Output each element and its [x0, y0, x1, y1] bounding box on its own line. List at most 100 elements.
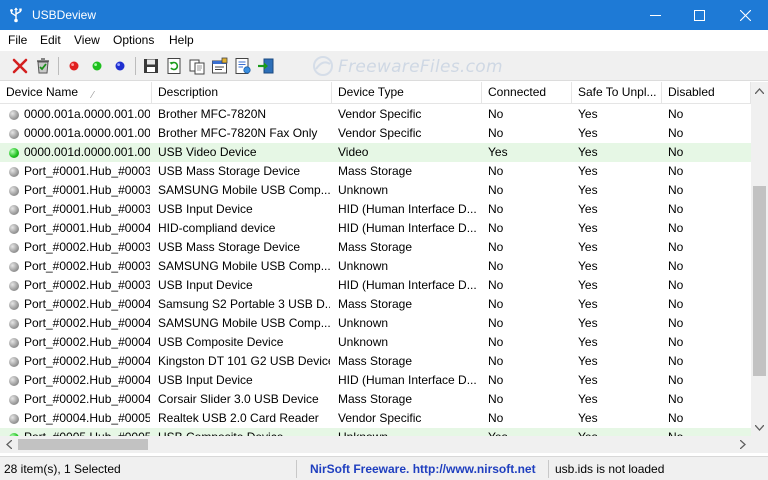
disconnected-status-icon — [9, 281, 19, 291]
cell-connected: No — [488, 354, 504, 368]
column-device-type[interactable]: Device Type — [332, 82, 482, 104]
cell-safe-to-unplug: Yes — [578, 240, 598, 254]
table-row[interactable]: 0000.001a.0000.001.00... Brother MFC-7820… — [0, 105, 751, 124]
cell-description: Corsair Slider 3.0 USB Device — [158, 392, 319, 406]
disconnect-button[interactable] — [10, 56, 30, 76]
cell-connected: No — [488, 278, 504, 292]
properties-button[interactable] — [210, 56, 230, 76]
cell-description: USB Mass Storage Device — [158, 164, 301, 178]
enable-button[interactable] — [87, 56, 107, 76]
cell-connected: No — [488, 221, 504, 235]
cell-device-name: 0000.001a.0000.001.00... — [24, 126, 150, 140]
cell-safe-to-unplug: Yes — [578, 392, 598, 406]
table-row[interactable]: Port_#0002.Hub_#0004 USB Composite Device… — [0, 333, 751, 352]
disconnected-status-icon — [9, 262, 19, 272]
table-row[interactable]: Port_#0002.Hub_#0004 Kingston DT 101 G2 U… — [0, 352, 751, 371]
cell-description: USB Video Device — [158, 145, 257, 159]
exit-button[interactable] — [256, 56, 276, 76]
uninstall-button[interactable] — [33, 56, 53, 76]
column-connected[interactable]: Connected — [482, 82, 572, 104]
menu-view[interactable]: View — [74, 33, 100, 48]
scroll-down-icon[interactable] — [751, 419, 768, 436]
cell-device-name: Port_#0002.Hub_#0003 — [24, 240, 150, 254]
maximize-button[interactable] — [676, 0, 722, 30]
table-row[interactable]: 0000.001d.0000.001.00... USB Video Device… — [0, 143, 751, 162]
table-row[interactable]: Port_#0002.Hub_#0003 USB Mass Storage Dev… — [0, 238, 751, 257]
disconnected-status-icon — [9, 224, 19, 234]
scroll-left-icon[interactable] — [0, 436, 17, 453]
cell-safe-to-unplug: Yes — [578, 259, 598, 273]
cell-device-name: Port_#0002.Hub_#0004 — [24, 373, 150, 387]
menu-edit[interactable]: Edit — [40, 33, 61, 48]
disconnect-icon — [12, 58, 28, 74]
nirsoft-link[interactable]: NirSoft Freeware. http://www.nirsoft.net — [310, 460, 536, 478]
cell-connected: No — [488, 316, 504, 330]
table-row[interactable]: Port_#0001.Hub_#0004 HID-compliand device… — [0, 219, 751, 238]
cell-description: HID-compliand device — [158, 221, 276, 235]
copy-button[interactable] — [187, 56, 207, 76]
menu-help[interactable]: Help — [169, 33, 194, 48]
cell-disabled: No — [668, 392, 684, 406]
html-report-icon — [235, 58, 251, 74]
cell-device-type: Mass Storage — [338, 164, 413, 178]
table-row[interactable]: Port_#0004.Hub_#0005 Realtek USB 2.0 Card… — [0, 409, 751, 428]
cell-description: Brother MFC-7820N — [158, 107, 267, 121]
cell-disabled: No — [668, 259, 684, 273]
table-row[interactable]: Port_#0002.Hub_#0004 SAMSUNG Mobile USB C… — [0, 314, 751, 333]
disconnected-status-icon — [9, 110, 19, 120]
cell-device-type: HID (Human Interface D... — [338, 373, 477, 387]
scroll-up-icon[interactable] — [751, 82, 768, 99]
cell-device-type: Vendor Specific — [338, 126, 422, 140]
disconnected-status-icon — [9, 319, 19, 329]
device-list[interactable]: Device Name ⁄ Description Device Type Co… — [0, 82, 768, 453]
cell-device-name: Port_#0002.Hub_#0004 — [24, 392, 150, 406]
table-row[interactable]: Port_#0002.Hub_#0003 SAMSUNG Mobile USB C… — [0, 257, 751, 276]
status-divider — [548, 460, 549, 478]
cell-device-name: Port_#0004.Hub_#0005 — [24, 411, 150, 425]
disable-button[interactable] — [64, 56, 84, 76]
cell-connected: No — [488, 297, 504, 311]
table-row[interactable]: Port_#0002.Hub_#0003 USB Input Device HID … — [0, 276, 751, 295]
cell-disabled: No — [668, 183, 684, 197]
cell-safe-to-unplug: Yes — [578, 354, 598, 368]
cell-device-type: Mass Storage — [338, 240, 413, 254]
minimize-button[interactable] — [632, 0, 678, 30]
menu-file[interactable]: File — [8, 33, 27, 48]
status-usbids: usb.ids is not loaded — [555, 462, 665, 476]
column-disabled[interactable]: Disabled — [662, 82, 751, 104]
horizontal-scroll-thumb[interactable] — [18, 439, 148, 450]
refresh-button[interactable] — [164, 56, 184, 76]
green-dot-icon — [92, 61, 102, 71]
cell-disabled: No — [668, 240, 684, 254]
table-row[interactable]: Port_#0001.Hub_#0003 SAMSUNG Mobile USB C… — [0, 181, 751, 200]
save-button[interactable] — [141, 56, 161, 76]
vertical-scroll-thumb[interactable] — [753, 186, 766, 376]
column-header: Device Name ⁄ Description Device Type Co… — [0, 82, 751, 104]
horizontal-scrollbar[interactable] — [0, 436, 751, 453]
disconnected-status-icon — [9, 300, 19, 310]
cell-device-type: Unknown — [338, 183, 389, 197]
column-description[interactable]: Description — [152, 82, 332, 104]
close-button[interactable] — [722, 0, 768, 30]
table-row[interactable]: 0000.001a.0000.001.00... Brother MFC-7820… — [0, 124, 751, 143]
cell-connected: No — [488, 411, 504, 425]
connect-button[interactable] — [110, 56, 130, 76]
table-row[interactable]: Port_#0002.Hub_#0004 USB Input Device HID … — [0, 371, 751, 390]
table-row[interactable]: Port_#0002.Hub_#0004 Samsung S2 Portable … — [0, 295, 751, 314]
html-report-button[interactable] — [233, 56, 253, 76]
cell-connected: No — [488, 164, 504, 178]
disconnected-status-icon — [9, 129, 19, 139]
column-device-name[interactable]: Device Name ⁄ — [0, 82, 152, 104]
table-row[interactable]: Port_#0002.Hub_#0004 Corsair Slider 3.0 U… — [0, 390, 751, 409]
table-row[interactable]: Port_#0001.Hub_#0003 USB Input Device HID … — [0, 200, 751, 219]
sort-indicator-icon: ⁄ — [92, 90, 94, 101]
column-safe-to-unplug[interactable]: Safe To Unpl... — [572, 82, 662, 104]
cell-device-type: HID (Human Interface D... — [338, 278, 477, 292]
scroll-right-icon[interactable] — [734, 436, 751, 453]
blue-dot-icon — [115, 61, 125, 71]
cell-connected: No — [488, 107, 504, 121]
vertical-scrollbar[interactable] — [751, 82, 768, 436]
cell-description: USB Mass Storage Device — [158, 240, 301, 254]
menu-options[interactable]: Options — [113, 33, 154, 48]
table-row[interactable]: Port_#0001.Hub_#0003 USB Mass Storage Dev… — [0, 162, 751, 181]
